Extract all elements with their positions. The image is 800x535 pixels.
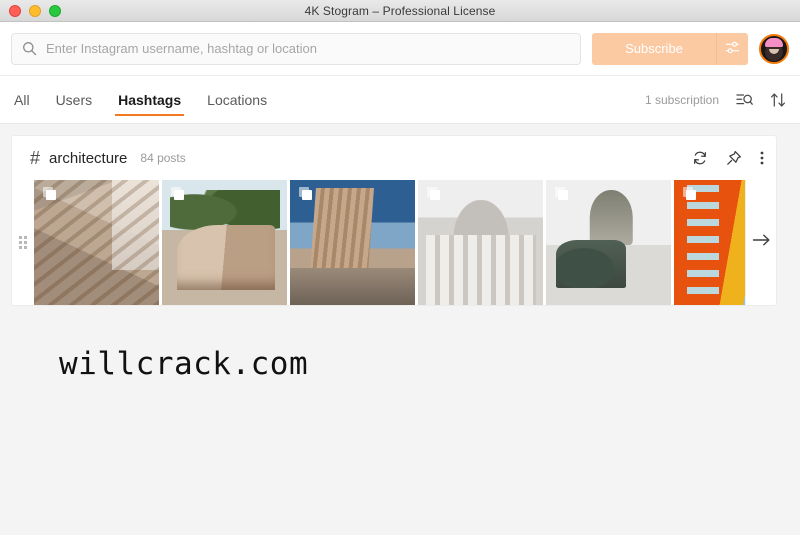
pin-icon[interactable] [726, 150, 742, 166]
arrow-right-icon [752, 233, 771, 252]
drag-handle-icon[interactable] [12, 180, 34, 305]
subscription-count: 1 subscription [644, 92, 719, 107]
thumbnail-row [34, 180, 745, 305]
sort-icon[interactable] [770, 92, 786, 108]
window-titlebar: 4K Stogram – Professional License [0, 0, 800, 22]
refresh-icon[interactable] [692, 150, 708, 166]
carousel-icon [427, 187, 440, 200]
thumbnail-item[interactable] [546, 180, 671, 305]
hashtag-card-actions [692, 150, 764, 166]
thumbnail-item[interactable] [290, 180, 415, 305]
subscribe-group: Subscribe [592, 32, 748, 65]
subscription-settings-button[interactable] [716, 32, 748, 65]
tab-list: All Users Hashtags Locations [14, 76, 267, 123]
main-content: # architecture 84 posts willcrack.com [0, 124, 800, 393]
more-options-icon[interactable] [760, 150, 764, 166]
tab-locations[interactable]: Locations [207, 76, 267, 123]
thumbnail-item[interactable] [34, 180, 159, 305]
next-page-button[interactable] [746, 180, 776, 305]
window-title: 4K Stogram – Professional License [304, 3, 496, 18]
thumbnail-item[interactable] [674, 180, 745, 305]
thumbnail-item[interactable] [418, 180, 543, 305]
post-count: 84 posts [140, 151, 186, 165]
carousel-icon [683, 187, 696, 200]
sliders-icon [725, 40, 740, 58]
hashtag-card-header: # architecture 84 posts [12, 136, 776, 180]
search-input[interactable] [46, 41, 570, 56]
watermark-text: willcrack.com [59, 346, 309, 382]
tab-users[interactable]: Users [56, 76, 93, 123]
tab-hashtags[interactable]: Hashtags [115, 76, 185, 123]
tab-all[interactable]: All [14, 76, 30, 123]
thumbnail-item[interactable] [162, 180, 287, 305]
filter-search-icon[interactable] [736, 92, 753, 107]
hash-icon: # [30, 147, 41, 168]
hashtag-name[interactable]: architecture [49, 150, 127, 167]
carousel-icon [299, 187, 312, 200]
carousel-icon [555, 187, 568, 200]
hashtag-card-body [12, 180, 776, 305]
avatar[interactable] [759, 33, 789, 64]
tab-bar-actions: 1 subscription [645, 92, 786, 108]
hashtag-card: # architecture 84 posts [11, 135, 777, 306]
carousel-icon [171, 187, 184, 200]
subscribe-button[interactable]: Subscribe [592, 32, 716, 65]
carousel-icon [43, 187, 56, 200]
app-header: Subscribe [0, 22, 800, 76]
search-box[interactable] [11, 32, 581, 65]
tab-bar: All Users Hashtags Locations 1 subscript… [0, 76, 800, 124]
search-icon [22, 41, 37, 56]
